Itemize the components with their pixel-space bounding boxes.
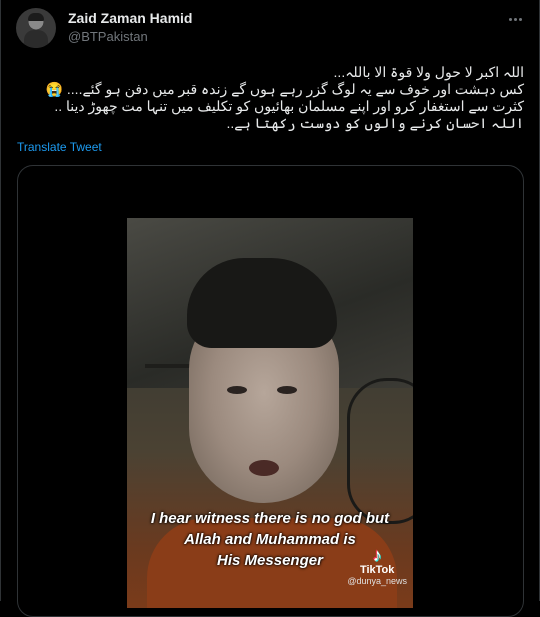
- media-container[interactable]: I hear witness there is no god but Allah…: [17, 165, 524, 617]
- author-handle[interactable]: @BTPakistan: [68, 29, 148, 44]
- more-options-icon[interactable]: [504, 8, 526, 30]
- tweet-line: کس دہشت اور خوف سے یہ لوگ گزر رہے ہوں گے…: [45, 81, 524, 97]
- tweet-line: اللہ اکبر لا حول ولا قوۃ الا باللہ...: [333, 64, 524, 80]
- tiktok-user: @dunya_news: [347, 576, 407, 586]
- tweet-line: کثرت سے استغفار کرو اور اپنے مسلمان بھائ…: [54, 98, 524, 114]
- tiktok-logo-icon: ♪: [372, 545, 382, 565]
- avatar[interactable]: [16, 8, 56, 48]
- translate-tweet-link[interactable]: Translate Tweet: [17, 140, 102, 154]
- author-name[interactable]: Zaid Zaman Hamid: [68, 10, 192, 26]
- caption-line: I hear witness there is no god but: [150, 510, 390, 527]
- tweet-line: اللہ احسان کرنے والوں کو دوست رکھتا ہے..: [226, 115, 524, 131]
- video-player[interactable]: I hear witness there is no god but Allah…: [127, 218, 413, 608]
- tiktok-brand: TikTok: [359, 564, 395, 576]
- tiktok-watermark: ♪ TikTok @dunya_news: [347, 546, 407, 586]
- tweet-text: اللہ اکبر لا حول ولا قوۃ الا باللہ... کس…: [19, 64, 524, 132]
